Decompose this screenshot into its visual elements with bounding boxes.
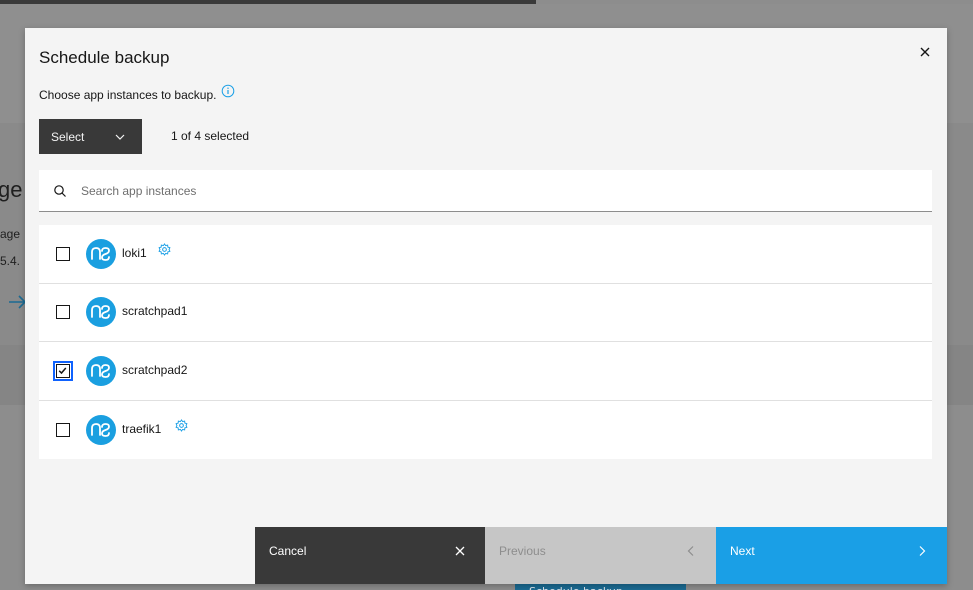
background-heading: ge [0, 177, 23, 202]
checkbox-scratchpad2[interactable] [53, 360, 73, 381]
cancel-label: Cancel [269, 544, 307, 558]
next-label: Next [730, 544, 755, 558]
checkmark-icon [58, 367, 67, 374]
subtitle-text: Choose app instances to backup. [39, 88, 217, 102]
settings-icon [158, 242, 171, 256]
chevron-right-icon [919, 546, 926, 556]
instance-name: scratchpad2 [122, 362, 188, 377]
chevron-down-icon [115, 134, 125, 140]
checkbox-scratchpad1[interactable] [56, 305, 70, 320]
instance-name: traefik1 [122, 421, 162, 436]
close-icon [455, 546, 465, 556]
list-item: scratchpad1 [39, 283, 932, 342]
list-item: scratchpad2 [39, 342, 932, 401]
background-line-1: age [0, 227, 21, 241]
instance-name: scratchpad1 [122, 304, 188, 319]
modal-footer: Cancel Previous Next [255, 527, 947, 584]
select-label: Select [51, 129, 85, 144]
selected-count: 1 of 4 selected [171, 129, 250, 143]
list-item: traefik1 [39, 400, 932, 459]
app-instance-list: loki1 scratchpad1 scratchpad2 traefik1 [39, 225, 932, 459]
list-item: loki1 [39, 225, 932, 284]
nethserver-app-icon [86, 297, 116, 328]
previous-label: Previous [499, 544, 546, 558]
cancel-button[interactable]: Cancel [255, 527, 485, 584]
checkbox-traefik1[interactable] [56, 422, 70, 437]
close-button[interactable] [913, 40, 937, 64]
chevron-left-icon [687, 546, 694, 556]
modal-subtitle: Choose app instances to backup. [39, 84, 235, 102]
background-line-2: 5.4. [0, 254, 21, 268]
previous-button[interactable]: Previous [485, 527, 716, 584]
nethserver-app-icon [86, 414, 116, 445]
search-icon [54, 185, 66, 197]
nethserver-app-icon [86, 238, 116, 269]
nethserver-app-icon [86, 355, 116, 386]
close-icon [920, 47, 930, 57]
next-button[interactable]: Next [716, 527, 947, 584]
instance-name: loki1 [122, 245, 147, 260]
info-icon[interactable] [221, 84, 235, 98]
search-field [39, 170, 932, 212]
select-dropdown[interactable]: Select [39, 119, 142, 154]
settings-icon [175, 418, 188, 432]
modal-title: Schedule backup [39, 48, 170, 67]
search-input[interactable] [81, 170, 921, 211]
schedule-backup-modal: Schedule backup Choose app instances to … [25, 28, 947, 584]
checkbox-loki1[interactable] [56, 246, 70, 261]
